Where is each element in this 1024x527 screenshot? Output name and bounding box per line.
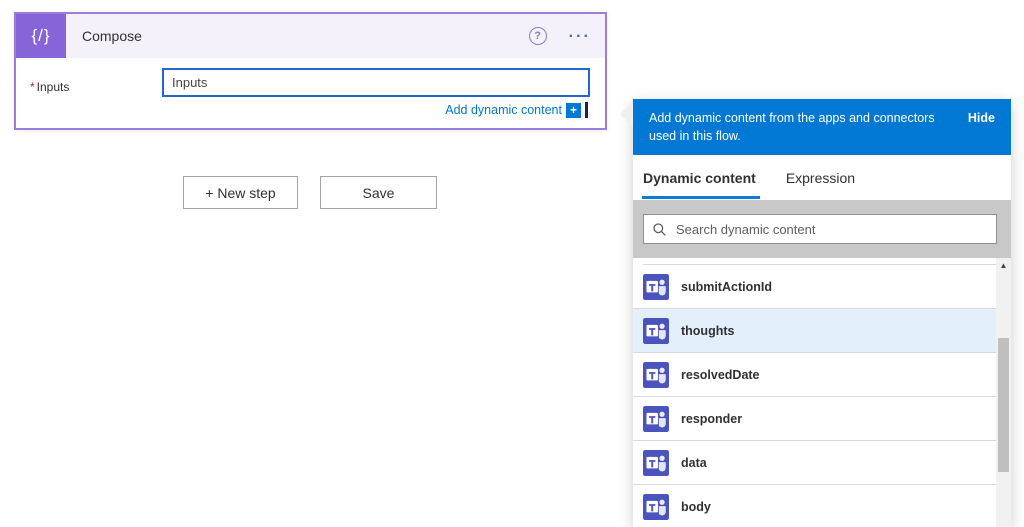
panel-header: Add dynamic content from the apps and co…	[633, 99, 1011, 155]
compose-card-body: *Inputs Add dynamic content +	[16, 58, 605, 130]
dynamic-token-label: data	[681, 455, 707, 470]
compose-title-strip: Compose ? ...	[66, 14, 605, 58]
panel-header-message: Add dynamic content from the apps and co…	[649, 111, 935, 144]
compose-action-card: {/} Compose ? ... *Inputs Add dynamic co…	[14, 12, 607, 130]
save-button[interactable]: Save	[320, 176, 437, 209]
scrollbar-thumb[interactable]	[998, 338, 1009, 472]
inputs-field[interactable]	[162, 68, 590, 97]
teams-icon	[643, 449, 669, 476]
dynamic-token-row[interactable]: responder	[633, 397, 996, 441]
compose-code-braces-icon: {/}	[16, 14, 66, 58]
dynamic-token-label: resolvedDate	[681, 367, 760, 382]
teams-icon	[643, 273, 669, 300]
more-options-icon[interactable]: ...	[569, 25, 591, 44]
search-icon	[653, 222, 666, 236]
tab-expression[interactable]: Expression	[786, 155, 855, 200]
dynamic-token-row[interactable]: body	[633, 485, 996, 527]
add-dynamic-content-link[interactable]: Add dynamic content	[445, 103, 562, 117]
panel-tabs: Dynamic content Expression	[633, 155, 1011, 200]
search-dynamic-content-input[interactable]	[676, 221, 988, 237]
teams-icon	[643, 493, 669, 520]
callout-beak	[620, 101, 633, 127]
search-box	[643, 214, 997, 244]
tab-dynamic-content[interactable]: Dynamic content	[642, 155, 760, 200]
hide-button[interactable]: Hide	[968, 109, 995, 125]
panel-scrollbar[interactable]: ▲	[996, 258, 1011, 527]
scroll-up-arrow-icon[interactable]: ▲	[996, 261, 1011, 270]
dynamic-token-row[interactable]: submitActionId	[633, 265, 996, 309]
dynamic-token-label: responder	[681, 411, 743, 426]
teams-icon	[643, 317, 669, 344]
compose-card-header[interactable]: {/} Compose ? ...	[16, 14, 605, 58]
dynamic-token-label: body	[681, 499, 711, 514]
dynamic-token-row[interactable]: resolvedDate	[633, 353, 996, 397]
flow-editor-canvas: {/} Compose ? ... *Inputs Add dynamic co…	[0, 0, 1024, 527]
dynamic-content-list: submitActionId thoughts resolvedDate res…	[633, 258, 996, 527]
new-step-button[interactable]: + New step	[183, 176, 298, 209]
dynamic-token-row[interactable]: thoughts	[633, 309, 996, 353]
add-dynamic-content-control: Add dynamic content +	[445, 102, 588, 118]
teams-icon	[643, 361, 669, 388]
required-asterisk: *	[30, 80, 35, 94]
dynamic-token-label: thoughts	[681, 323, 735, 338]
text-cursor-bar	[585, 102, 588, 118]
teams-icon	[643, 405, 669, 432]
search-strip	[633, 200, 1011, 258]
dynamic-token-row[interactable]: data	[633, 441, 996, 485]
plus-icon[interactable]: +	[566, 102, 581, 118]
help-icon[interactable]: ?	[528, 27, 547, 45]
compose-card-title: Compose	[82, 28, 142, 44]
dynamic-token-label: submitActionId	[681, 279, 772, 294]
dynamic-content-panel: Add dynamic content from the apps and co…	[620, 99, 1011, 527]
inputs-field-label: * Inputs	[30, 80, 70, 94]
